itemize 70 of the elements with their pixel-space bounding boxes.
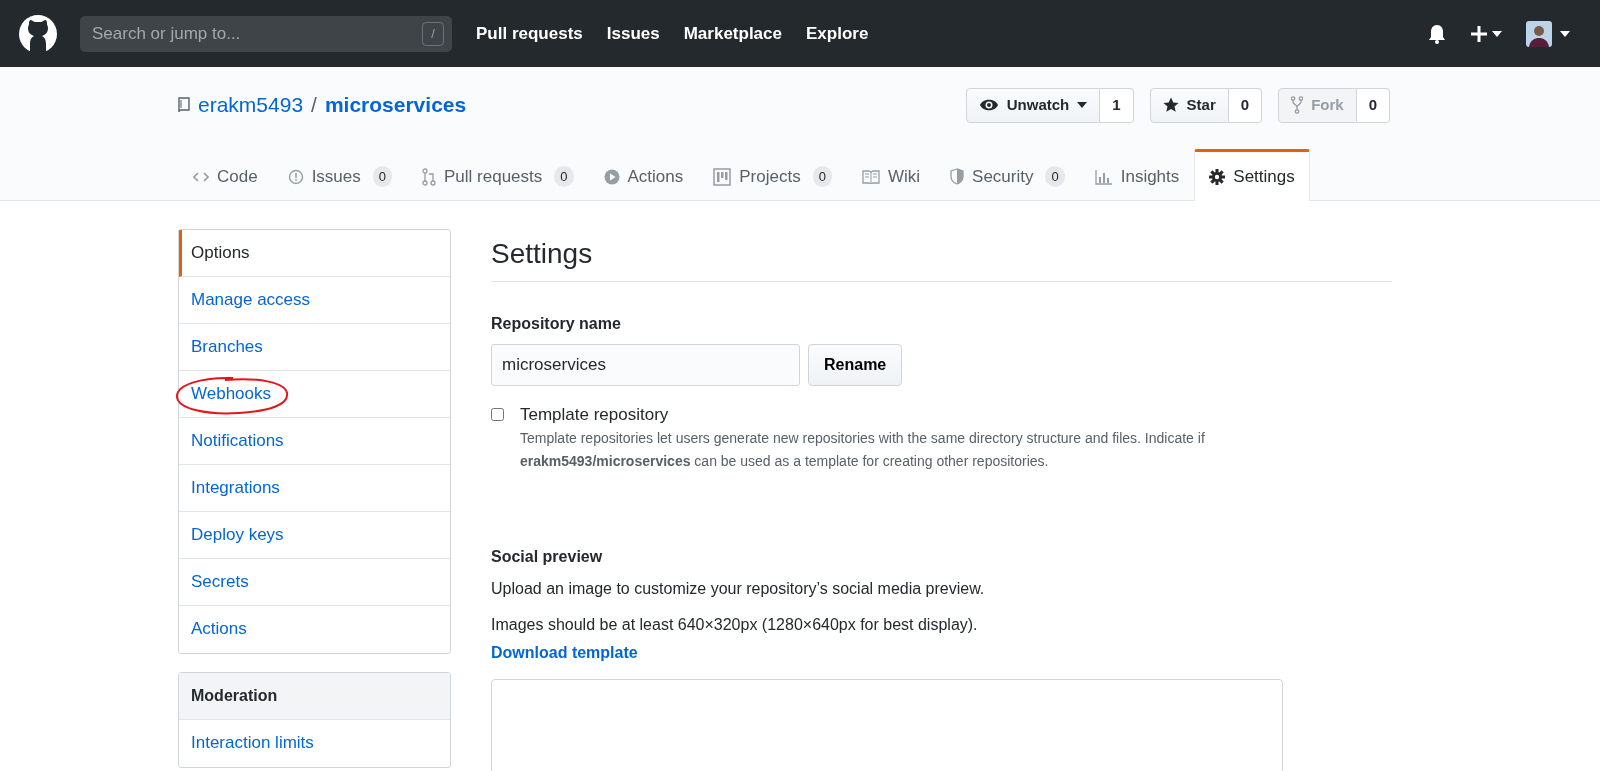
template-checkbox[interactable] [491, 407, 504, 421]
repo-tab[interactable]: Insights [1079, 149, 1195, 201]
repo-tab[interactable]: Security 0 [935, 149, 1080, 201]
caret-icon [1560, 30, 1570, 37]
watch-count[interactable]: 1 [1100, 87, 1134, 123]
search-field[interactable]: Search or jump to... / [80, 15, 452, 52]
issue-icon [287, 168, 304, 185]
sidebar-item[interactable]: Options [179, 230, 450, 277]
repo-tab[interactable]: Issues 0 [272, 149, 407, 201]
sidebar-item[interactable]: Integrations [179, 465, 450, 512]
tab-counter: 0 [1045, 165, 1065, 188]
sidebar-item[interactable]: Actions [179, 606, 450, 653]
page-title: Settings [491, 237, 1392, 282]
repo-tab[interactable]: Settings [1194, 149, 1310, 201]
profile-menu-button[interactable] [1526, 20, 1570, 47]
moderation-heading: Moderation [179, 673, 450, 720]
repo-name-field[interactable]: microservices [491, 343, 800, 386]
repo-name-label: Repository name [491, 313, 622, 334]
sidebar-item[interactable]: Manage access [179, 277, 450, 324]
bell-icon [1428, 23, 1446, 44]
gear-icon [1209, 168, 1226, 185]
rename-button[interactable]: Rename [808, 343, 903, 386]
board-icon [713, 167, 732, 186]
plus-icon [1470, 24, 1488, 43]
search-input[interactable]: Search or jump to... [90, 19, 390, 48]
sidebar-item[interactable]: Notifications [179, 418, 450, 465]
nav-link[interactable]: Explore [806, 20, 869, 47]
octocat-logo-icon [18, 13, 58, 54]
caret-icon [1077, 102, 1088, 108]
book-icon [861, 169, 880, 184]
path-separator: / [311, 92, 317, 119]
tab-counter: 0 [372, 165, 392, 188]
star-count[interactable]: 0 [1228, 87, 1263, 123]
template-label: Template repository [520, 403, 670, 426]
repo-tab[interactable]: Projects 0 [698, 149, 847, 201]
sidebar-item[interactable]: Interaction limits [179, 720, 450, 767]
template-description: Template repositories let users generate new repositories with the same directory structure and files. Indicate if erakm5493/microservices can be used as a template for creating other repositories. [520, 429, 1206, 472]
shield-icon [950, 168, 965, 185]
star-button[interactable]: Star [1149, 87, 1229, 123]
bar-graph-icon [1094, 168, 1113, 185]
tab-counter: 0 [812, 165, 832, 188]
slash-key: / [422, 21, 444, 46]
nav-link[interactable]: Marketplace [683, 20, 782, 47]
pull-request-icon [422, 167, 436, 186]
play-icon [603, 168, 620, 185]
repo-tab[interactable]: Actions [588, 149, 699, 201]
tab-counter: 0 [554, 165, 574, 188]
caret-icon [1492, 30, 1502, 37]
repo-tab[interactable]: Code [178, 149, 273, 201]
fork-icon [1291, 96, 1304, 114]
repo-tab[interactable]: Pull requests 0 [407, 149, 589, 201]
social-preview-text: Images should be at least 640×320px (1280×640px for best display). [491, 615, 979, 636]
repo-name-link[interactable]: microservices [324, 89, 467, 121]
sidebar-item[interactable]: Webhooks [179, 371, 450, 418]
create-menu-button[interactable] [1470, 24, 1502, 43]
sidebar-item[interactable]: Secrets [179, 559, 450, 606]
eye-icon [978, 98, 999, 112]
download-template-link[interactable]: Download template [491, 641, 638, 666]
nav-link[interactable]: Issues [606, 20, 660, 47]
social-preview-heading: Social preview [491, 547, 604, 568]
repo-icon [178, 97, 190, 113]
social-preview-text: Upload an image to customize your repository’s social media preview. [491, 579, 986, 600]
avatar-icon [1526, 20, 1552, 47]
star-icon [1162, 97, 1179, 113]
sidebar-item[interactable]: Deploy keys [179, 512, 450, 559]
watch-button[interactable]: Unwatch [965, 87, 1101, 123]
owner-link[interactable]: erakm5493 [198, 89, 304, 121]
nav-link[interactable]: Pull requests [476, 20, 583, 47]
sidebar-item[interactable]: Branches [179, 324, 450, 371]
repo-tab[interactable]: Wiki [846, 149, 936, 201]
